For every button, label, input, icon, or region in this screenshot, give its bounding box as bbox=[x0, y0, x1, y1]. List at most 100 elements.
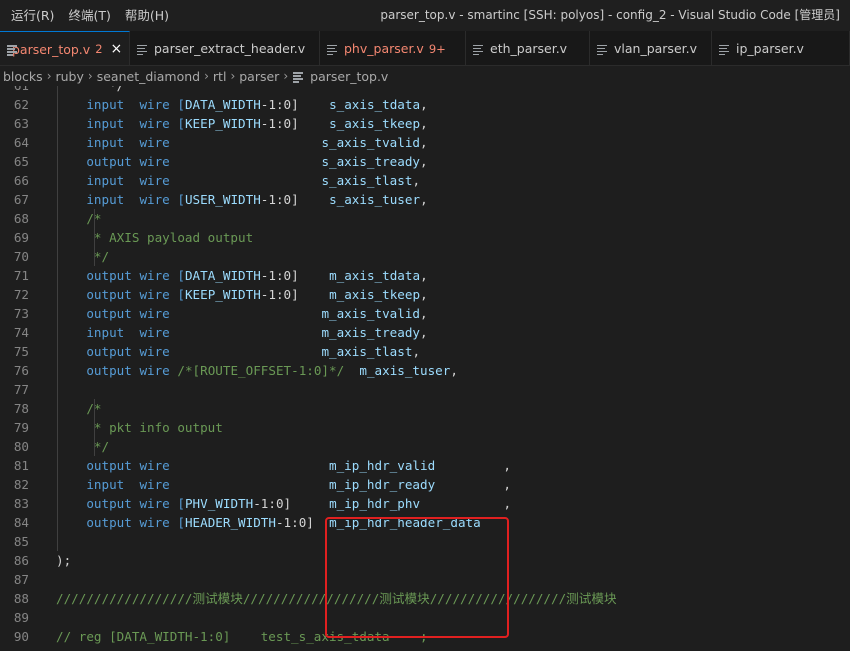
code-line: 65 output wire s_axis_tready, bbox=[0, 152, 850, 171]
code-line: 63 input wire [KEEP_WIDTH-1:0] s_axis_tk… bbox=[0, 114, 850, 133]
code-text: output wire m_axis_tlast, bbox=[56, 342, 420, 361]
menu-run[interactable]: 运行(R) bbox=[4, 0, 61, 31]
code-line: 85 bbox=[0, 532, 850, 551]
line-number: 76 bbox=[13, 363, 29, 378]
code-token: [ bbox=[177, 287, 185, 302]
code-token: m_axis_tready bbox=[321, 325, 421, 340]
code-token: m_axis_tuser bbox=[359, 363, 451, 378]
code-text: input wire [KEEP_WIDTH-1:0] s_axis_tkeep… bbox=[56, 114, 427, 133]
code-token: //////////////////测试模块//////////////////… bbox=[56, 591, 617, 606]
code-token: output bbox=[86, 287, 132, 302]
line-number: 68 bbox=[13, 211, 29, 226]
code-token: , bbox=[420, 496, 512, 511]
code-text: output wire [HEADER_WIDTH-1:0] m_ip_hdr_… bbox=[56, 513, 480, 532]
code-token: // reg [DATA_WIDTH-1:0] test_s_axis_tdat… bbox=[56, 629, 428, 644]
breadcrumb-item[interactable]: rtl bbox=[213, 69, 227, 84]
breadcrumb-item[interactable]: ruby bbox=[56, 69, 84, 84]
code-token: -1:0] bbox=[275, 515, 314, 530]
code-line: 89 bbox=[0, 608, 850, 627]
breadcrumb-item[interactable]: parser bbox=[239, 69, 279, 84]
code-line: 67 input wire [USER_WIDTH-1:0] s_axis_tu… bbox=[0, 190, 850, 209]
code-text: input wire [DATA_WIDTH-1:0] s_axis_tdata… bbox=[56, 95, 427, 114]
code-token: , bbox=[420, 135, 428, 150]
code-token: input bbox=[86, 97, 125, 112]
code-token: input bbox=[86, 173, 125, 188]
file-lines-icon bbox=[718, 43, 730, 56]
chevron-right-icon: › bbox=[46, 69, 52, 83]
chevron-right-icon: › bbox=[204, 69, 209, 83]
line-number: 82 bbox=[13, 477, 29, 492]
code-text: output wire [PHV_WIDTH-1:0] m_ip_hdr_phv… bbox=[56, 494, 511, 513]
breadcrumb-item[interactable]: blocks bbox=[3, 69, 43, 84]
tab-2[interactable]: phv_parser.v 9+ bbox=[320, 31, 466, 65]
code-text: output wire s_axis_tready, bbox=[56, 152, 427, 171]
menu-help[interactable]: 帮助(H) bbox=[118, 0, 176, 31]
tab-1[interactable]: parser_extract_header.v bbox=[130, 31, 320, 65]
code-token: output bbox=[86, 363, 132, 378]
code-text: output wire m_axis_tvalid, bbox=[56, 304, 428, 323]
code-token: s_axis_tvalid bbox=[321, 135, 421, 150]
file-lines-icon bbox=[326, 43, 338, 56]
breadcrumb-item[interactable]: parser_top.v bbox=[310, 69, 388, 84]
menu-terminal[interactable]: 终端(T) bbox=[61, 0, 117, 31]
code-text: //////////////////测试模块//////////////////… bbox=[56, 589, 617, 608]
code-token: , bbox=[412, 173, 421, 188]
breadcrumb: blocks › ruby › seanet_diamond › rtl › parser › pa… bbox=[0, 66, 850, 86]
tab-4[interactable]: vlan_parser.v bbox=[590, 31, 712, 65]
code-token: , bbox=[420, 306, 428, 321]
title-bar: 运行(R) 终端(T) 帮助(H) parser_top.v - smartin… bbox=[0, 0, 850, 31]
code-token: output bbox=[86, 344, 132, 359]
line-number: 81 bbox=[13, 458, 29, 473]
code-token: KEEP_WIDTH bbox=[184, 116, 261, 131]
code-token: wire bbox=[139, 173, 170, 188]
tab-3[interactable]: eth_parser.v bbox=[466, 31, 590, 65]
code-token: output bbox=[86, 306, 132, 321]
code-token: PHV_WIDTH bbox=[184, 496, 254, 511]
line-number: 62 bbox=[13, 97, 29, 112]
line-number: 67 bbox=[13, 192, 29, 207]
line-number: 77 bbox=[13, 382, 29, 397]
tab-5[interactable]: ip_parser.v bbox=[712, 31, 850, 65]
code-token: input bbox=[86, 192, 125, 207]
line-number: 70 bbox=[13, 249, 29, 264]
line-number: 80 bbox=[13, 439, 29, 454]
code-token: m_ip_hdr_phv bbox=[329, 496, 421, 511]
code-token: input bbox=[86, 116, 125, 131]
tab-label: parser_top.v bbox=[12, 41, 91, 57]
close-icon[interactable]: × bbox=[111, 41, 123, 57]
code-token: wire bbox=[139, 287, 170, 302]
tab-0[interactable]: parser_top.v 2 × bbox=[0, 31, 130, 65]
line-number: 90 bbox=[13, 629, 29, 644]
code-token: [ bbox=[177, 116, 185, 131]
code-token: s_axis_tkeep bbox=[329, 116, 421, 131]
code-editor[interactable]: 61 */62 input wire [DATA_WIDTH-1:0] s_ax… bbox=[0, 86, 850, 651]
breadcrumb-item[interactable]: seanet_diamond bbox=[97, 69, 200, 84]
code-token: , bbox=[450, 363, 458, 378]
code-line: 73 output wire m_axis_tvalid, bbox=[0, 304, 850, 323]
code-token: , bbox=[420, 287, 428, 302]
code-line: 70 */ bbox=[0, 247, 850, 266]
code-token: KEEP_WIDTH bbox=[184, 287, 261, 302]
code-token: output bbox=[86, 515, 132, 530]
code-text: input wire s_axis_tvalid, bbox=[56, 133, 428, 152]
code-line: 68 /* bbox=[0, 209, 850, 228]
code-token: m_axis_tkeep bbox=[329, 287, 421, 302]
tab-label: vlan_parser.v bbox=[614, 41, 698, 56]
code-text: input wire m_ip_hdr_ready , bbox=[56, 475, 511, 494]
code-line: 83 output wire [PHV_WIDTH-1:0] m_ip_hdr_… bbox=[0, 494, 850, 513]
